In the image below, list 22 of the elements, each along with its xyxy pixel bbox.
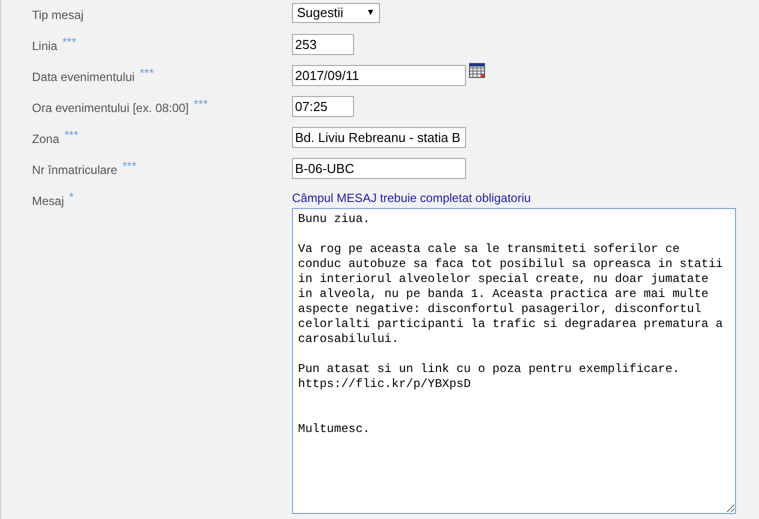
required-mark: ***: [62, 37, 76, 47]
field-label: Zona: [32, 131, 60, 148]
required-mark: *: [69, 192, 74, 202]
type-select[interactable]: Sugestii ▼: [292, 3, 380, 23]
required-mark: ***: [122, 161, 136, 171]
message-textarea[interactable]: Bunu ziua. Va rog pe aceasta cale sa le transmiteti soferilor ce conduc autobuze sa faca tot posibilul sa opreasca in statii in interiorul alveolelor special create, nu doar jumatate in alveola, nu pe banda 1. Aceasta practica are mai multe aspecte negative: disconfortul pasagerilor, disconfortul celorlalti participanti la trafic si degradarea prematura a carosabilului. Pun atasat si un link cu o poza pentru exemplificare. https://flic.kr/p/YBXpsD Multumesc.: [292, 208, 736, 514]
field-label: Nr înmatriculare: [32, 162, 118, 179]
field-label: Mesaj: [32, 193, 64, 210]
date-field[interactable]: 2017/09/11: [292, 65, 466, 86]
field-label: Data evenimentului: [32, 69, 135, 86]
input-field[interactable]: B-06-UBC: [292, 158, 466, 179]
field-label: Tip mesaj: [32, 7, 84, 24]
hint-text: Câmpul MESAJ trebuie completat obligatoriu: [292, 191, 532, 205]
required-mark: ***: [140, 68, 154, 78]
calendar-icon[interactable]: [469, 63, 485, 78]
required-mark: ***: [64, 130, 78, 140]
input-field[interactable]: 253: [292, 34, 354, 55]
required-mark: ***: [194, 99, 208, 109]
field-label: Ora evenimentului [ex. 08:00]: [32, 100, 189, 117]
field-label: Linia: [32, 38, 58, 55]
input-field[interactable]: 07:25: [292, 96, 354, 117]
input-field[interactable]: Bd. Liviu Rebreanu - statia B: [292, 127, 466, 148]
